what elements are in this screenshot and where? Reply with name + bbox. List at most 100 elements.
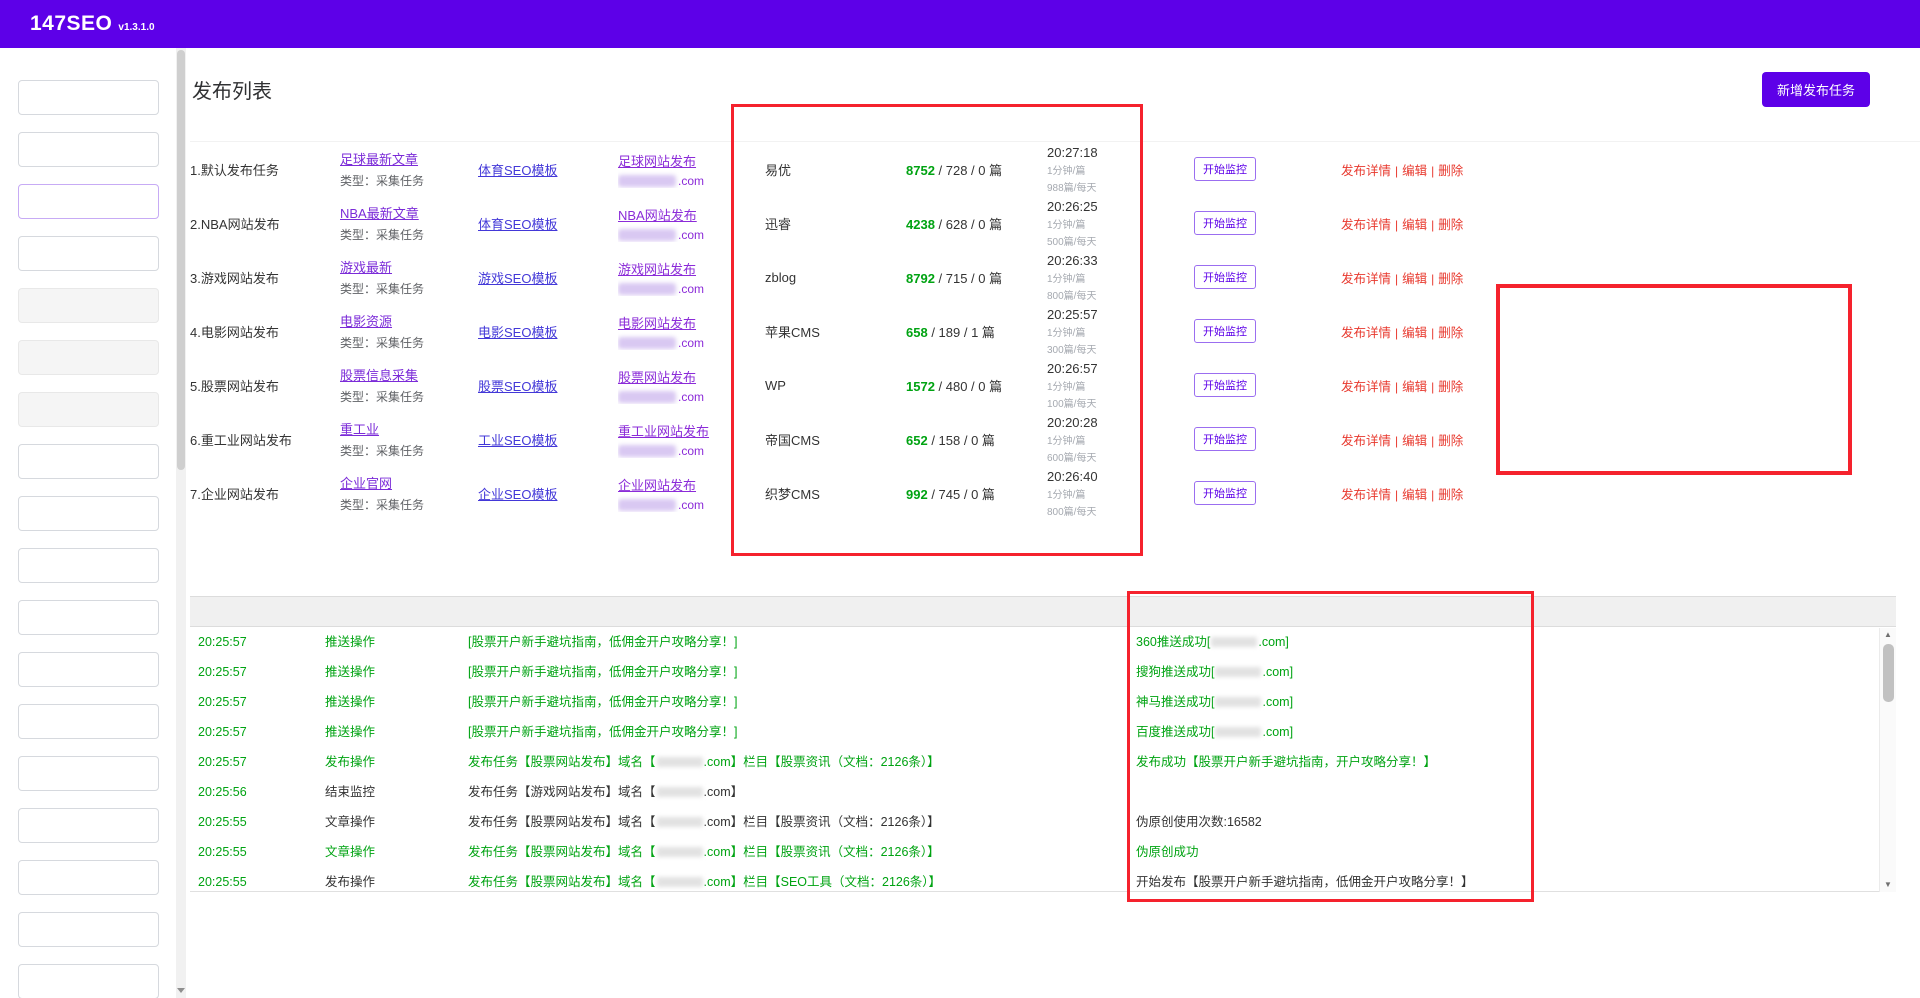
delete-link[interactable]: 删除 (1438, 488, 1463, 502)
cms-type: WP (765, 378, 906, 393)
log-text-segment: 发布任务【股票网站发布】域名【 (468, 875, 656, 889)
source-type: 类型：采集任务 (340, 496, 470, 513)
site-link[interactable]: 重工业网站发布 (618, 421, 709, 440)
log-row: 20:25:56 结束监控 发布任务【游戏网站发布】域名【.com】 (190, 777, 1896, 807)
site-cell: 电影网站发布 .com (618, 313, 765, 350)
sidebar-item-16[interactable] (18, 912, 159, 947)
pending-failed-count: / 158 / 0 篇 (928, 433, 995, 448)
log-text-segment: .com】 (704, 785, 744, 799)
source-link[interactable]: 重工业 (340, 419, 379, 438)
source-link[interactable]: 电影资源 (340, 311, 392, 330)
edit-link[interactable]: 编辑 (1402, 272, 1427, 286)
start-monitor-button[interactable]: 开始监控 (1194, 373, 1256, 397)
sidebar-item-8[interactable] (18, 496, 159, 531)
sidebar-item-15[interactable] (18, 860, 159, 895)
edit-link[interactable]: 编辑 (1402, 488, 1427, 502)
delete-link[interactable]: 删除 (1438, 218, 1463, 232)
sidebar-item-9[interactable] (18, 548, 159, 583)
scroll-down-icon[interactable] (177, 988, 185, 993)
sidebar-item-0[interactable] (18, 80, 159, 115)
redacted-domain (657, 847, 703, 857)
next-publish-time: 20:26:33 (1047, 253, 1186, 268)
start-monitor-button[interactable]: 开始监控 (1194, 265, 1256, 289)
sidebar-item-2[interactable] (18, 184, 159, 219)
next-publish-cell: 20:27:18 1分钟/篇 988篇/每天 (1047, 145, 1194, 194)
pending-failed-count: / 745 / 0 篇 (928, 487, 995, 502)
site-link[interactable]: 足球网站发布 (618, 151, 696, 170)
start-monitor-button[interactable]: 开始监控 (1194, 427, 1256, 451)
delete-link[interactable]: 删除 (1438, 380, 1463, 394)
start-monitor-button[interactable]: 开始监控 (1194, 211, 1256, 235)
source-type: 类型：采集任务 (340, 172, 470, 189)
scroll-down-icon[interactable]: ▼ (1880, 878, 1896, 892)
sidebar-item-17[interactable] (18, 964, 159, 998)
sidebar-item-13[interactable] (18, 756, 159, 791)
actions-cell: 发布详情|编辑|删除 (1341, 322, 1501, 341)
publish-detail-link[interactable]: 发布详情 (1341, 272, 1391, 286)
publish-detail-link[interactable]: 发布详情 (1341, 380, 1391, 394)
source-link[interactable]: 股票信息采集 (340, 365, 418, 384)
sidebar-item-1[interactable] (18, 132, 159, 167)
source-link[interactable]: NBA最新文章 (340, 203, 419, 222)
sidebar-item-10[interactable] (18, 600, 159, 635)
publish-detail-link[interactable]: 发布详情 (1341, 488, 1391, 502)
template-link[interactable]: 股票SEO模板 (478, 376, 557, 395)
sidebar (0, 48, 176, 998)
sidebar-item-14[interactable] (18, 808, 159, 843)
sidebar-scrollbar[interactable] (176, 48, 186, 998)
scroll-up-icon[interactable]: ▲ (1880, 628, 1896, 642)
sidebar-item-11[interactable] (18, 652, 159, 687)
start-monitor-button[interactable]: 开始监控 (1194, 157, 1256, 181)
template-link[interactable]: 电影SEO模板 (478, 322, 557, 341)
table-row: 7.企业网站发布 企业官网 类型：采集任务 企业SEO模板 企业网站发布 .co… (190, 466, 1920, 520)
template-link[interactable]: 企业SEO模板 (478, 484, 557, 503)
publish-detail-link[interactable]: 发布详情 (1341, 164, 1391, 178)
source-link[interactable]: 足球最新文章 (340, 149, 418, 168)
log-scrollbar[interactable]: ▲ ▼ (1879, 628, 1896, 892)
start-monitor-button[interactable]: 开始监控 (1194, 319, 1256, 343)
source-cell: 股票信息采集 类型：采集任务 (340, 365, 478, 405)
site-link[interactable]: 游戏网站发布 (618, 259, 696, 278)
template-link[interactable]: 游戏SEO模板 (478, 268, 557, 287)
sidebar-scrollbar-thumb[interactable] (177, 50, 185, 470)
template-link[interactable]: 体育SEO模板 (478, 160, 557, 179)
source-type: 类型：采集任务 (340, 334, 470, 351)
edit-link[interactable]: 编辑 (1402, 380, 1427, 394)
log-text-segment: 百度推送成功[ (1136, 725, 1214, 739)
log-scrollbar-thumb[interactable] (1883, 644, 1894, 702)
template-link[interactable]: 体育SEO模板 (478, 214, 557, 233)
publish-detail-link[interactable]: 发布详情 (1341, 434, 1391, 448)
log-text-segment: 伪原创使用次数:16582 (1136, 815, 1262, 829)
monitor-cell: 开始监控 (1194, 481, 1341, 505)
edit-link[interactable]: 编辑 (1402, 326, 1427, 340)
publish-counts: 992 / 745 / 0 篇 (906, 484, 1047, 503)
edit-link[interactable]: 编辑 (1402, 218, 1427, 232)
cms-type: 迅睿 (765, 214, 906, 233)
site-link[interactable]: 企业网站发布 (618, 475, 696, 494)
site-link[interactable]: 电影网站发布 (618, 313, 696, 332)
log-row: 20:25:55 发布操作 发布任务【股票网站发布】域名【.com】栏目【SEO… (190, 867, 1896, 892)
publish-detail-link[interactable]: 发布详情 (1341, 218, 1391, 232)
delete-link[interactable]: 删除 (1438, 272, 1463, 286)
edit-link[interactable]: 编辑 (1402, 434, 1427, 448)
redacted-domain (618, 283, 676, 295)
delete-link[interactable]: 删除 (1438, 434, 1463, 448)
sidebar-item-7[interactable] (18, 444, 159, 479)
start-monitor-button[interactable]: 开始监控 (1194, 481, 1256, 505)
delete-link[interactable]: 删除 (1438, 164, 1463, 178)
source-link[interactable]: 游戏最新 (340, 257, 392, 276)
site-link[interactable]: 股票网站发布 (618, 367, 696, 386)
delete-link[interactable]: 删除 (1438, 326, 1463, 340)
publish-detail-link[interactable]: 发布详情 (1341, 326, 1391, 340)
edit-link[interactable]: 编辑 (1402, 164, 1427, 178)
log-text-segment: .com] (1262, 665, 1293, 679)
add-task-button[interactable]: 新增发布任务 (1762, 72, 1870, 107)
redacted-domain (618, 337, 676, 349)
sidebar-item-3[interactable] (18, 236, 159, 271)
site-link[interactable]: NBA网站发布 (618, 205, 697, 224)
template-link[interactable]: 工业SEO模板 (478, 430, 557, 449)
source-type: 类型：采集任务 (340, 388, 470, 405)
sidebar-item-12[interactable] (18, 704, 159, 739)
log-text-segment: 发布任务【股票网站发布】域名【 (468, 845, 656, 859)
source-link[interactable]: 企业官网 (340, 473, 392, 492)
